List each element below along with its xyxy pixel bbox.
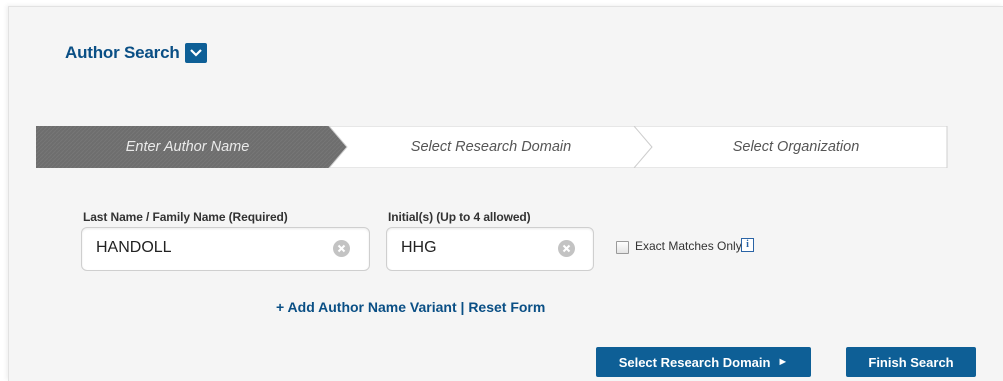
initials-field-wrapper [386,227,594,271]
step-enter-author-name[interactable]: Enter Author Name [36,126,339,168]
add-author-name-variant-link[interactable]: + Add Author Name Variant [276,299,457,315]
finish-search-label: Finish Search [868,354,954,370]
clear-last-name-button[interactable] [333,240,350,257]
collapse-toggle-button[interactable] [184,43,207,63]
links-separator: | [460,299,465,315]
finish-search-button[interactable]: Finish Search [846,347,976,377]
step-select-organization[interactable]: Select Organization [646,126,946,168]
initials-input[interactable] [401,228,551,268]
last-name-label: Last Name / Family Name (Required) [83,210,288,224]
clear-initials-button[interactable] [558,240,575,257]
form-links: + Add Author Name Variant | Reset Form [276,299,545,315]
info-icon[interactable]: i [741,238,754,252]
select-research-domain-label: Select Research Domain [618,354,771,370]
author-search-panel: Author Search Enter Author Name Select R… [8,6,1003,381]
search-stepper: Enter Author Name Select Research Domain… [36,126,948,168]
exact-matches-checkbox[interactable] [616,241,629,254]
close-icon [562,244,571,253]
select-research-domain-button[interactable]: Select Research Domain ► [596,347,811,377]
initials-label: Initial(s) (Up to 4 allowed) [388,210,531,224]
title-row: Author Search [65,43,207,63]
chevron-down-icon [189,49,202,57]
last-name-input[interactable] [96,228,326,268]
last-name-field-wrapper [81,227,370,271]
close-icon [337,244,346,253]
reset-form-link[interactable]: Reset Form [468,299,545,315]
page-title: Author Search [65,43,180,62]
exact-matches-label: Exact Matches Only [635,239,742,253]
play-arrow-icon: ► [777,356,789,368]
step-select-research-domain[interactable]: Select Research Domain [341,126,641,168]
